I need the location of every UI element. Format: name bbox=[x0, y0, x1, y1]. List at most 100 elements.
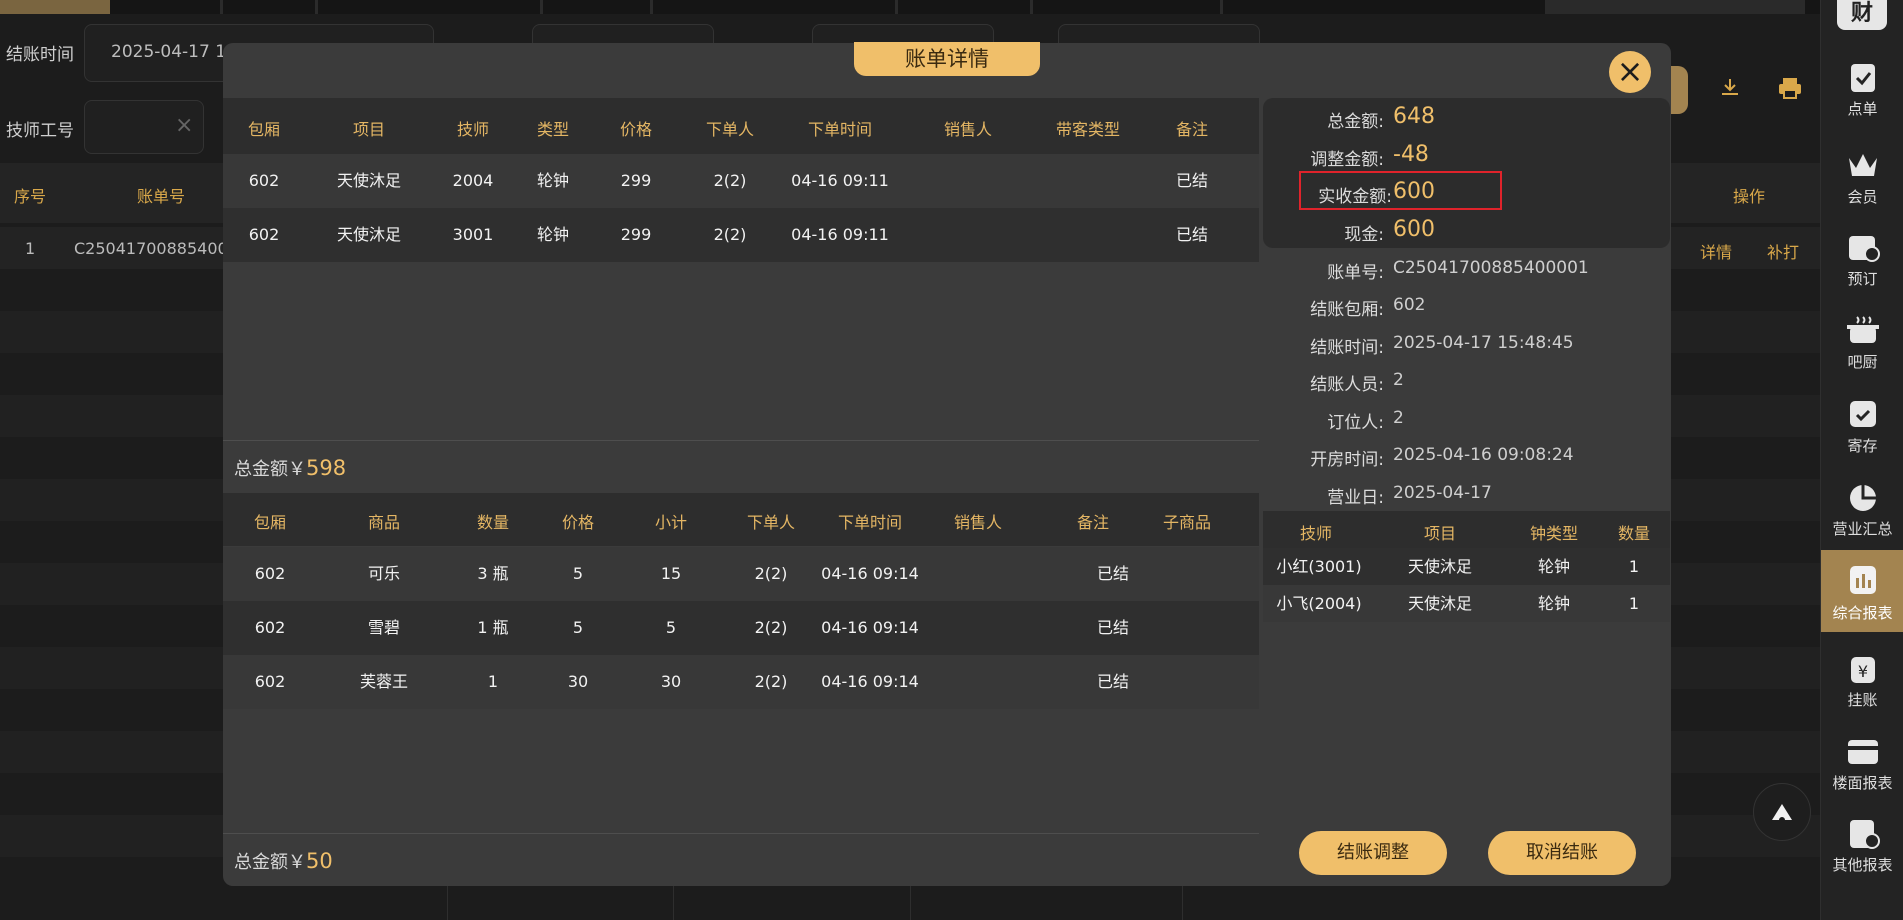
th-orderer: 下单人 bbox=[705, 120, 754, 139]
clipboard-check-icon bbox=[1845, 60, 1881, 94]
highlight-box bbox=[1299, 171, 1502, 210]
top-right-panel bbox=[1545, 0, 1805, 14]
total-amount-label: 总金额: bbox=[1327, 112, 1384, 132]
close-icon: × bbox=[1616, 52, 1644, 90]
logo-block bbox=[0, 0, 110, 14]
info-label: 结账人员: bbox=[1310, 375, 1384, 395]
th-subtotal: 小计 bbox=[654, 513, 687, 532]
storage-box-icon bbox=[1845, 397, 1881, 431]
col-bill: 账单号 bbox=[137, 187, 186, 206]
goods-row[interactable]: 602 芙蓉王 1 30 30 2(2) 04-16 09:14 已结 bbox=[223, 655, 1259, 709]
service-row[interactable]: 602 天使沐足 3001 轮钟 299 2(2) 04-16 09:11 已结 bbox=[223, 208, 1259, 262]
checkout-room-value: 602 bbox=[1393, 295, 1426, 315]
section-divider bbox=[223, 833, 1259, 834]
th-note: 备注 bbox=[1175, 120, 1208, 139]
nav-storage[interactable]: 寄存 bbox=[1821, 389, 1903, 463]
cash-value: 600 bbox=[1393, 217, 1435, 242]
th-qty: 数量 bbox=[476, 513, 509, 532]
nav-other-report[interactable]: 其他报表 bbox=[1821, 808, 1903, 882]
th-room: 包厢 bbox=[253, 513, 286, 532]
th-seller: 销售人 bbox=[943, 120, 992, 139]
checkout-time-label: 结账时间 bbox=[6, 45, 74, 65]
booker-value: 2 bbox=[1393, 408, 1404, 428]
th-qty: 数量 bbox=[1617, 524, 1650, 543]
print-icon[interactable] bbox=[1777, 76, 1803, 100]
cash-label: 现金: bbox=[1344, 225, 1384, 245]
th-room: 包厢 bbox=[247, 120, 280, 139]
info-label: 营业日: bbox=[1327, 488, 1384, 508]
th-seller: 销售人 bbox=[953, 513, 1002, 532]
th-orderer: 下单人 bbox=[746, 513, 795, 532]
app-logo: 财 bbox=[1837, 0, 1887, 30]
info-label: 结账包厢: bbox=[1310, 300, 1384, 320]
th-guest-type: 带客类型 bbox=[1055, 120, 1120, 139]
adjust-amount-label: 调整金额: bbox=[1310, 150, 1384, 170]
total-amount-value: 648 bbox=[1393, 104, 1435, 129]
floating-assistant-button[interactable] bbox=[1753, 783, 1811, 841]
yen-doc-icon bbox=[1845, 816, 1881, 850]
card-icon bbox=[1845, 734, 1881, 768]
info-label: 开房时间: bbox=[1310, 450, 1384, 470]
nav-credit[interactable]: ¥ 挂账 bbox=[1821, 643, 1903, 717]
tech-row[interactable]: 小红(3001) 天使沐足 轮钟 1 bbox=[1263, 548, 1670, 585]
clear-icon[interactable]: × bbox=[175, 113, 193, 138]
cooking-pot-icon bbox=[1845, 313, 1881, 347]
section-divider bbox=[223, 440, 1259, 441]
th-clock-type: 钟类型 bbox=[1529, 524, 1578, 543]
nav-kitchen[interactable]: 吧厨 bbox=[1821, 305, 1903, 379]
col-seq: 序号 bbox=[14, 187, 47, 206]
close-button[interactable]: × bbox=[1609, 51, 1651, 93]
checkout-staff-value: 2 bbox=[1393, 370, 1404, 390]
goods-total-value: 50 bbox=[306, 849, 333, 873]
th-item: 项目 bbox=[352, 120, 385, 139]
tech-id-label: 技师工号 bbox=[6, 121, 74, 141]
detail-link[interactable]: 详情 bbox=[1700, 239, 1732, 263]
nav-floor-report[interactable]: 楼面报表 bbox=[1821, 726, 1903, 800]
yen-bag-icon: ¥ bbox=[1845, 651, 1881, 685]
service-total: 总金额￥598 bbox=[234, 456, 347, 480]
service-total-value: 598 bbox=[306, 456, 347, 480]
info-label: 结账时间: bbox=[1310, 338, 1384, 358]
nav-comprehensive-report[interactable]: 综合报表 bbox=[1821, 550, 1903, 632]
info-label: 订位人: bbox=[1327, 413, 1384, 433]
open-time-value: 2025-04-16 09:08:24 bbox=[1393, 445, 1574, 465]
business-day-value: 2025-04-17 bbox=[1393, 483, 1492, 503]
svg-text:¥: ¥ bbox=[1858, 662, 1868, 681]
col-ops: 操作 bbox=[1733, 187, 1766, 206]
download-icon[interactable] bbox=[1718, 76, 1742, 100]
goods-row[interactable]: 602 雪碧 1 瓶 5 5 2(2) 04-16 09:14 已结 bbox=[223, 601, 1259, 655]
th-tech: 技师 bbox=[456, 120, 489, 139]
right-sidebar: 财 点单 会员 预订 吧厨 寄存 营业汇总 综合报表 ¥ 挂账 楼面报表 其他报… bbox=[1820, 0, 1903, 920]
adjust-amount-value: -48 bbox=[1393, 142, 1429, 167]
pie-chart-icon bbox=[1845, 480, 1881, 514]
nav-reservation[interactable]: 预订 bbox=[1821, 222, 1903, 296]
report-icon bbox=[1845, 562, 1881, 596]
info-label: 账单号: bbox=[1327, 263, 1384, 283]
th-order-time: 下单时间 bbox=[837, 513, 902, 532]
th-price: 价格 bbox=[619, 120, 652, 139]
service-row[interactable]: 602 天使沐足 2004 轮钟 299 2(2) 04-16 09:11 已结 bbox=[223, 154, 1259, 208]
th-type: 类型 bbox=[536, 120, 569, 139]
nav-business-summary[interactable]: 营业汇总 bbox=[1821, 472, 1903, 546]
th-sub-goods: 子商品 bbox=[1162, 513, 1211, 532]
nav-member[interactable]: 会员 bbox=[1821, 140, 1903, 214]
calendar-clock-icon bbox=[1845, 230, 1881, 264]
cancel-checkout-button[interactable]: 取消结账 bbox=[1488, 831, 1636, 875]
tech-row[interactable]: 小飞(2004) 天使沐足 轮钟 1 bbox=[1263, 585, 1670, 622]
th-item: 项目 bbox=[1423, 524, 1456, 543]
th-tech: 技师 bbox=[1299, 524, 1332, 543]
nav-order[interactable]: 点单 bbox=[1821, 52, 1903, 126]
crown-icon bbox=[1845, 148, 1881, 182]
reprint-link[interactable]: 补打 bbox=[1767, 239, 1799, 263]
goods-row[interactable]: 602 可乐 3 瓶 5 15 2(2) 04-16 09:14 已结 bbox=[223, 547, 1259, 601]
bill-number-value: C25041700885400001 bbox=[1393, 258, 1589, 278]
goods-total: 总金额￥50 bbox=[234, 849, 333, 873]
th-goods: 商品 bbox=[367, 513, 400, 532]
th-note: 备注 bbox=[1076, 513, 1109, 532]
checkout-time-value: 2025-04-17 15:48:45 bbox=[1393, 333, 1574, 353]
modal-title: 账单详情 bbox=[854, 42, 1040, 76]
th-order-time: 下单时间 bbox=[807, 120, 872, 139]
checkout-adjust-button[interactable]: 结账调整 bbox=[1299, 831, 1447, 875]
bell-icon bbox=[1772, 804, 1792, 823]
tech-id-input[interactable]: × bbox=[84, 100, 204, 154]
